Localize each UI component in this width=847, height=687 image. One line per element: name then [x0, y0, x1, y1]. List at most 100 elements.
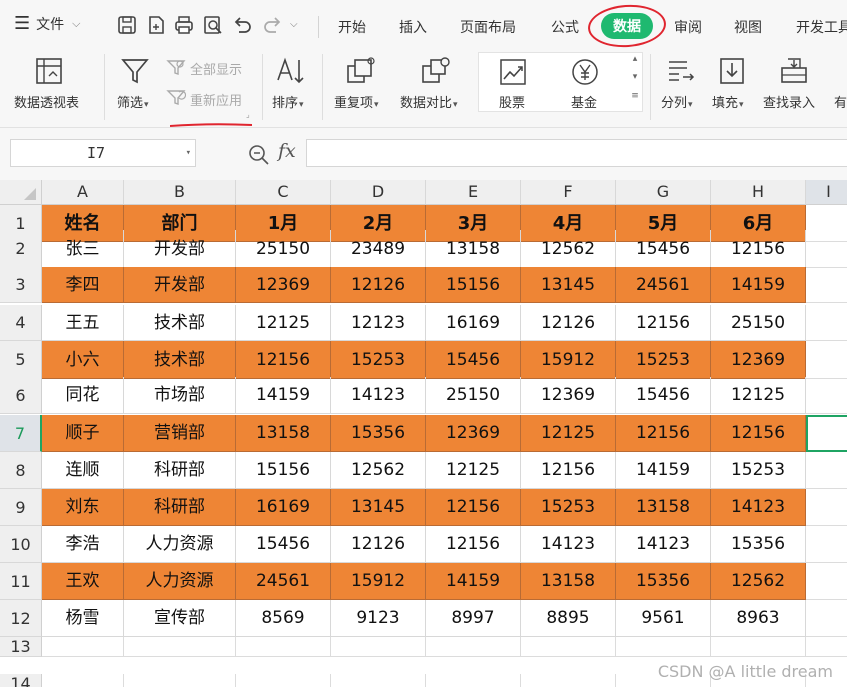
cell-d6[interactable]: 14123 — [331, 377, 426, 414]
lookup-entry-button[interactable]: 查找录入 — [763, 92, 815, 111]
cell-h6[interactable]: 12125 — [711, 377, 806, 414]
row-header-4[interactable]: 4 — [0, 305, 42, 341]
cell-d14[interactable] — [331, 674, 426, 687]
print-preview-icon[interactable] — [202, 14, 224, 36]
column-header-a[interactable]: A — [42, 180, 124, 205]
cell-c11[interactable]: 24561 — [236, 563, 331, 600]
column-header-g[interactable]: G — [616, 180, 711, 205]
cell-a4[interactable]: 王五 — [42, 305, 124, 341]
row-header-8[interactable]: 8 — [0, 452, 42, 489]
cell-i6[interactable] — [806, 377, 847, 414]
cell-c8[interactable]: 15156 — [236, 452, 331, 489]
cell-a11[interactable]: 王欢 — [42, 563, 124, 600]
cell-g12[interactable]: 9561 — [616, 600, 711, 637]
cell-i3[interactable] — [806, 267, 847, 303]
cell-e5[interactable]: 15456 — [426, 341, 521, 379]
cell-b3[interactable]: 开发部 — [124, 267, 236, 303]
cell-a12[interactable]: 杨雪 — [42, 600, 124, 637]
cell-b14[interactable] — [124, 674, 236, 687]
cell-f9[interactable]: 15253 — [521, 489, 616, 526]
cell-h13[interactable] — [711, 637, 806, 657]
cell-g9[interactable]: 13158 — [616, 489, 711, 526]
row-header-14[interactable]: 14 — [0, 674, 42, 687]
cell-g5[interactable]: 15253 — [616, 341, 711, 379]
cell-a13[interactable] — [42, 637, 124, 657]
cell-c6[interactable]: 14159 — [236, 377, 331, 414]
gallery-expand-icon[interactable]: ≡ — [628, 91, 642, 109]
row-header-11[interactable]: 11 — [0, 563, 42, 600]
column-header-h[interactable]: H — [711, 180, 806, 205]
cell-b12[interactable]: 宣传部 — [124, 600, 236, 637]
cell-i11[interactable] — [806, 563, 847, 600]
cell-b4[interactable]: 技术部 — [124, 305, 236, 341]
cell-e14[interactable] — [426, 674, 521, 687]
cell-d4[interactable]: 12123 — [331, 305, 426, 341]
cell-b13[interactable] — [124, 637, 236, 657]
print-icon[interactable] — [173, 14, 195, 36]
cell-f4[interactable]: 12126 — [521, 305, 616, 341]
cell-g13[interactable] — [616, 637, 711, 657]
tab-formulas[interactable]: 公式 — [551, 17, 579, 37]
cell-i12[interactable] — [806, 600, 847, 637]
name-box[interactable]: I7 ▾ — [10, 139, 196, 167]
cell-e11[interactable]: 14159 — [426, 563, 521, 600]
column-header-d[interactable]: D — [331, 180, 426, 205]
cell-g3[interactable]: 24561 — [616, 267, 711, 303]
file-menu[interactable]: ☰ 文件 ⌵ — [14, 14, 80, 34]
cell-f3[interactable]: 13145 — [521, 267, 616, 303]
tab-developer[interactable]: 开发工具 — [796, 17, 847, 37]
cell-c7[interactable]: 13158 — [236, 415, 331, 452]
cell-e2[interactable]: 13158 — [426, 230, 521, 268]
fill-icon[interactable] — [718, 56, 746, 86]
cell-d2[interactable]: 23489 — [331, 230, 426, 268]
tab-home[interactable]: 开始 — [338, 17, 366, 37]
cell-c4[interactable]: 12125 — [236, 305, 331, 341]
cell-b8[interactable]: 科研部 — [124, 452, 236, 489]
row-header-12[interactable]: 12 — [0, 600, 42, 637]
lookup-entry-icon[interactable] — [779, 56, 809, 86]
pivot-table-button[interactable]: 数据透视表 — [14, 92, 79, 111]
cell-g11[interactable]: 15356 — [616, 563, 711, 600]
cell-g4[interactable]: 12156 — [616, 305, 711, 341]
row-header-3[interactable]: 3 — [0, 267, 42, 303]
cell-i13[interactable] — [806, 637, 847, 657]
cell-b7[interactable]: 营销部 — [124, 415, 236, 452]
data-compare-button[interactable]: 数据对比▾ — [400, 92, 458, 111]
cell-f10[interactable]: 14123 — [521, 526, 616, 563]
cell-e12[interactable]: 8997 — [426, 600, 521, 637]
cell-b6[interactable]: 市场部 — [124, 377, 236, 414]
cell-i10[interactable] — [806, 526, 847, 563]
row-header-10[interactable]: 10 — [0, 526, 42, 563]
cell-h7[interactable]: 12156 — [711, 415, 806, 452]
cell-a5[interactable]: 小六 — [42, 341, 124, 379]
filter-button[interactable]: 筛选▾ — [117, 92, 149, 111]
zoom-search-icon[interactable] — [248, 144, 270, 170]
cell-d11[interactable]: 15912 — [331, 563, 426, 600]
cell-i8[interactable] — [806, 452, 847, 489]
cell-f7[interactable]: 12125 — [521, 415, 616, 452]
cell-h10[interactable]: 15356 — [711, 526, 806, 563]
cell-c3[interactable]: 12369 — [236, 267, 331, 303]
column-header-b[interactable]: B — [124, 180, 236, 205]
stock-chart-icon[interactable] — [499, 58, 527, 86]
more-dropdown-icon[interactable]: ⌵ — [290, 14, 312, 36]
cell-a7[interactable]: 顺子 — [42, 415, 124, 452]
dialog-launcher-icon[interactable]: ⌟ — [246, 110, 250, 119]
row-header-2[interactable]: 2 — [0, 230, 42, 268]
active-cell-outline[interactable] — [806, 415, 847, 452]
fill-button[interactable]: 填充▾ — [712, 92, 744, 111]
select-all-corner[interactable] — [0, 180, 42, 205]
row-header-7[interactable]: 7 — [0, 415, 42, 452]
fund-yuan-icon[interactable] — [571, 58, 599, 86]
cell-h3[interactable]: 14159 — [711, 267, 806, 303]
formula-input[interactable] — [306, 139, 847, 167]
cell-b10[interactable]: 人力资源 — [124, 526, 236, 563]
data-compare-icon[interactable] — [420, 56, 452, 86]
column-header-f[interactable]: F — [521, 180, 616, 205]
cell-d13[interactable] — [331, 637, 426, 657]
tab-insert[interactable]: 插入 — [399, 17, 427, 37]
cell-a14[interactable] — [42, 674, 124, 687]
duplicates-icon[interactable] — [345, 56, 377, 86]
cell-f5[interactable]: 15912 — [521, 341, 616, 379]
cell-g8[interactable]: 14159 — [616, 452, 711, 489]
